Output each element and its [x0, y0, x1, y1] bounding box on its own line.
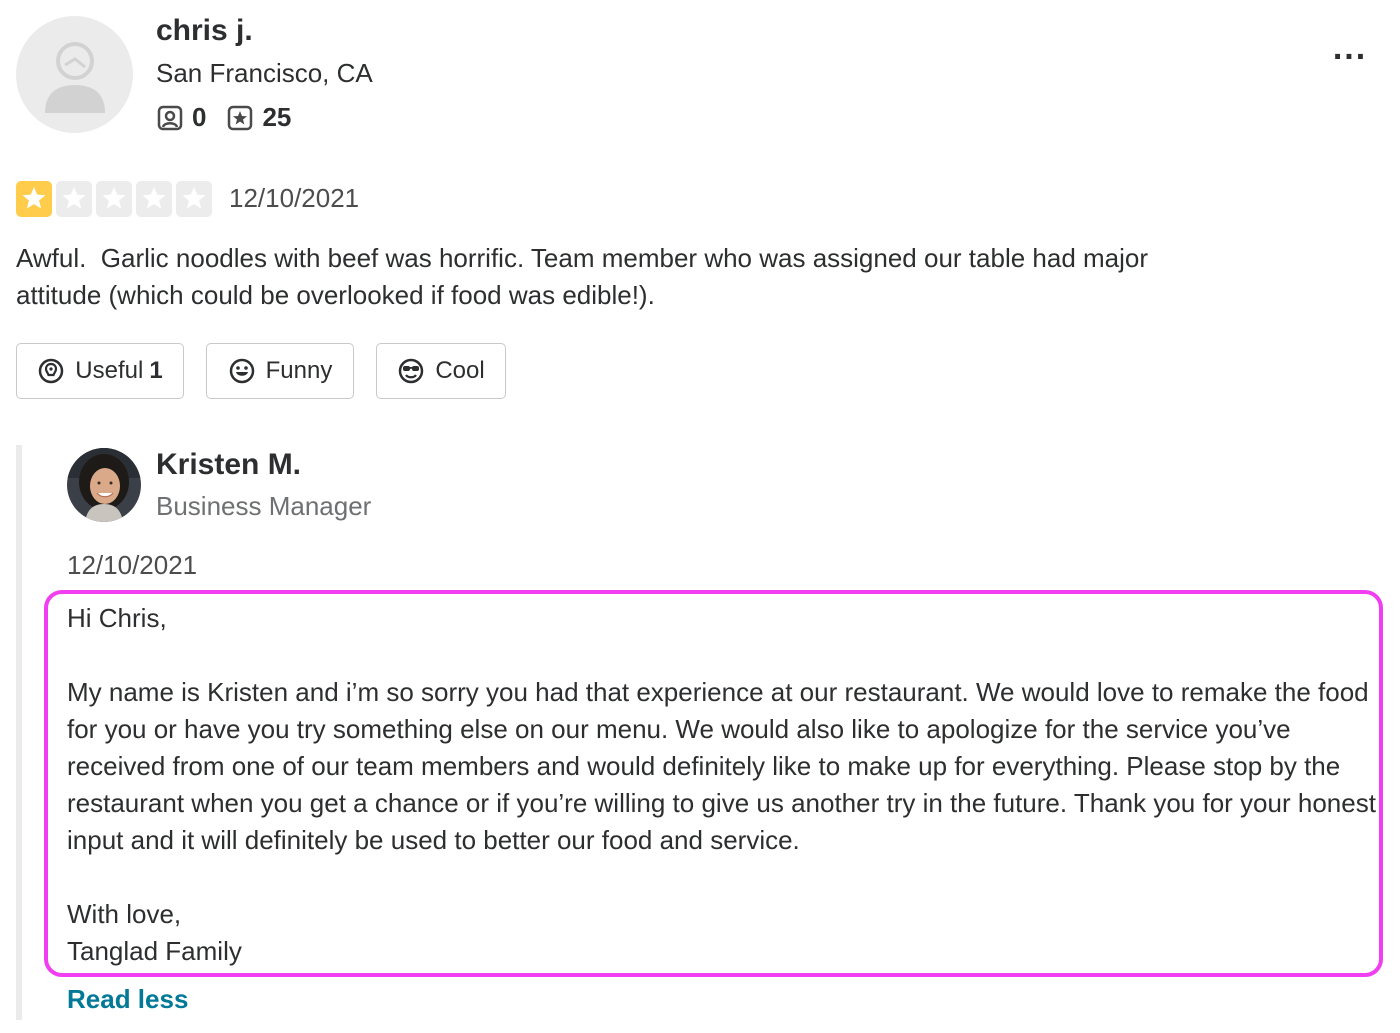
reply-greeting: Hi Chris,: [67, 603, 167, 633]
funny-label: Funny: [265, 357, 333, 384]
funny-button[interactable]: Funny: [206, 343, 354, 399]
reply-date: 12/10/2021: [67, 550, 198, 580]
star-empty: [56, 181, 92, 217]
reply-text: Hi Chris, My name is Kristen and i’m so …: [67, 600, 1377, 970]
star-rating: [16, 181, 212, 217]
star-icon: [102, 187, 126, 209]
smile-icon: [229, 358, 254, 384]
review-text: Awful. Garlic noodles with beef was horr…: [16, 243, 1149, 310]
star-icon: [182, 187, 206, 209]
cool-label: Cool: [435, 357, 485, 384]
review-star-icon: [228, 105, 253, 130]
reviewer-avatar[interactable]: [16, 16, 133, 133]
star-icon: [62, 187, 86, 209]
default-user-avatar-icon: [44, 41, 105, 113]
lightbulb-icon: [39, 358, 64, 384]
owner-photo: [67, 448, 141, 522]
reviews-count: 25: [262, 102, 292, 132]
reviewer-stats: 0 25: [156, 102, 303, 133]
reply-body: My name is Kristen and i’m so sorry you …: [67, 677, 1376, 855]
sunglasses-face-icon: [399, 358, 424, 384]
friends-icon: [157, 105, 183, 130]
review-date: 12/10/2021: [229, 183, 360, 213]
more-options-button[interactable]: ...: [1326, 28, 1374, 68]
friends-count: 0: [192, 102, 207, 132]
star-icon: [142, 187, 166, 209]
friends-stat: 0: [156, 102, 206, 133]
star-filled: [16, 181, 52, 217]
cool-button[interactable]: Cool: [376, 343, 506, 399]
owner-role: Business Manager: [156, 491, 372, 521]
reviewer-name[interactable]: chris j.: [156, 14, 253, 48]
useful-button[interactable]: Useful 1: [16, 343, 184, 399]
reply-closing: With love,: [67, 899, 182, 929]
star-icon: [22, 187, 46, 209]
reviews-stat: 25: [226, 102, 291, 133]
useful-count: 1: [149, 357, 163, 384]
reviewer-location: San Francisco, CA: [156, 58, 373, 88]
star-empty: [136, 181, 172, 217]
useful-label: Useful: [75, 357, 144, 384]
star-empty: [96, 181, 132, 217]
star-empty: [176, 181, 212, 217]
reply-signature: Tanglad Family: [67, 936, 242, 966]
owner-name[interactable]: Kristen M.: [156, 448, 301, 482]
reply-rail: [16, 445, 22, 1020]
owner-avatar: [67, 448, 141, 522]
read-less-link[interactable]: Read less: [67, 984, 188, 1015]
